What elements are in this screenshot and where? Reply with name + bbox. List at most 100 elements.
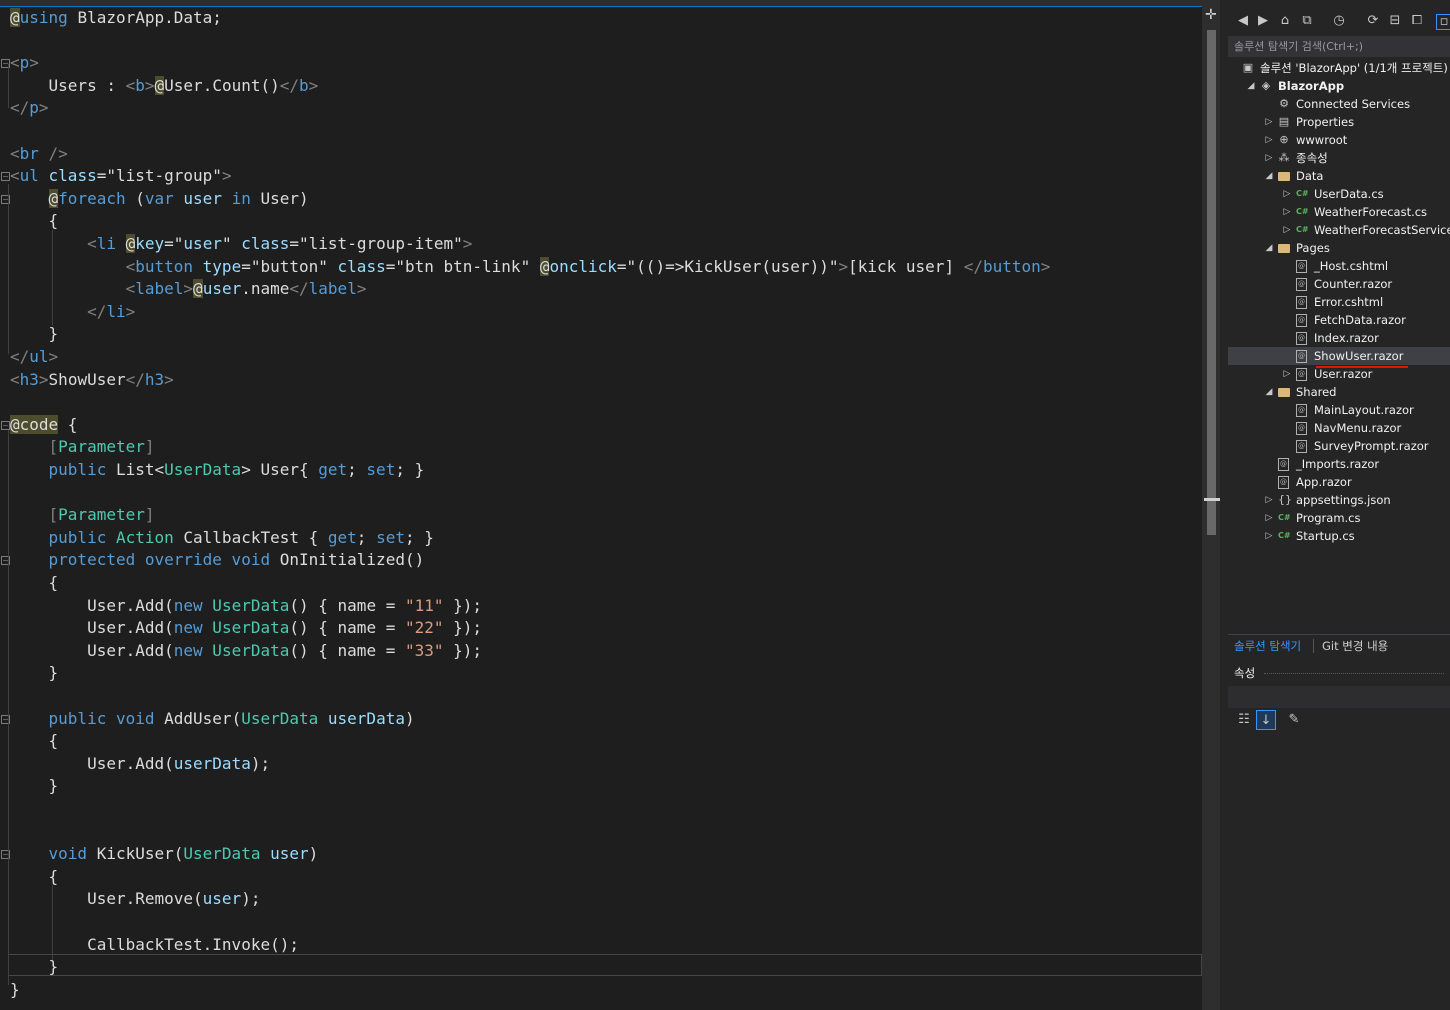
collapse-all-icon[interactable]: ⊟ [1388, 14, 1402, 28]
expand-icon[interactable]: ▷ [1282, 365, 1292, 383]
code-line[interactable]: <li @key="user" class="list-group-item"> [10, 233, 472, 255]
code-line[interactable]: protected override void OnInitialized() [10, 549, 425, 571]
code-line[interactable]: User.Add(userData); [10, 753, 270, 775]
tree-item[interactable]: @ SurveyPrompt.razor [1228, 437, 1450, 455]
code-line[interactable]: </li> [10, 301, 135, 323]
tree-item[interactable]: ▷ ▤ Properties [1228, 113, 1450, 131]
code-line[interactable]: } [10, 979, 20, 1001]
expand-icon[interactable]: ▷ [1282, 185, 1292, 203]
expand-icon[interactable]: ▷ [1264, 131, 1274, 149]
code-line[interactable]: } [10, 662, 59, 684]
code-line[interactable]: User.Add(new UserData() { name = "33" })… [10, 640, 482, 662]
tree-item[interactable]: @ FetchData.razor [1228, 311, 1450, 329]
expand-icon[interactable]: ▷ [1264, 527, 1274, 545]
tree-item[interactable]: ▷ C# WeatherForecastService.cs [1228, 221, 1450, 239]
tree-item[interactable]: ▷ ⁂ 종속성 [1228, 149, 1450, 167]
pending-changes-filter-icon[interactable]: ◷ [1332, 14, 1346, 28]
expand-icon[interactable]: ▷ [1264, 491, 1274, 509]
tree-item[interactable]: ◢ Shared [1228, 383, 1450, 401]
collapse-icon[interactable]: ◢ [1264, 383, 1274, 401]
code-line[interactable]: <label>@user.name</label> [10, 278, 366, 300]
code-line[interactable]: User.Remove(user); [10, 888, 260, 910]
code-line[interactable]: @code { [10, 414, 77, 436]
properties-object-selector[interactable] [1228, 686, 1450, 708]
code-line[interactable]: </p> [10, 97, 49, 119]
code-line[interactable]: } [10, 775, 59, 797]
code-line[interactable]: <h3>ShowUser</h3> [10, 369, 174, 391]
show-all-files-icon[interactable]: ⧠ [1410, 14, 1424, 28]
switch-views-icon[interactable]: ⧉ [1300, 14, 1314, 28]
code-line[interactable]: @using BlazorApp.Data; [10, 7, 222, 29]
property-pages-icon[interactable]: ✎ [1284, 710, 1304, 730]
code-line[interactable]: <ul class="list-group"> [10, 165, 232, 187]
collapse-icon[interactable]: ◢ [1246, 77, 1256, 95]
home-icon[interactable]: ⌂ [1278, 14, 1292, 28]
panel-splitter[interactable] [1220, 0, 1228, 1010]
code-line[interactable]: [Parameter] [10, 504, 155, 526]
code-line[interactable]: CallbackTest.Invoke(); [10, 934, 299, 956]
code-line[interactable]: User.Add(new UserData() { name = "22" })… [10, 617, 482, 639]
tree-item[interactable]: @ App.razor [1228, 473, 1450, 491]
scrollbar-thumb[interactable] [1207, 30, 1216, 535]
tree-item[interactable]: ▷ C# UserData.cs [1228, 185, 1450, 203]
code-line[interactable]: public Action CallbackTest { get; set; } [10, 527, 434, 549]
collapse-icon[interactable]: ◢ [1264, 239, 1274, 257]
tree-item[interactable]: ▷ C# WeatherForecast.cs [1228, 203, 1450, 221]
code-line[interactable]: { [10, 572, 59, 594]
tree-item[interactable]: @ Counter.razor [1228, 275, 1450, 293]
code-line[interactable]: <button type="button" class="btn btn-lin… [10, 256, 1050, 278]
code-line[interactable]: { [10, 866, 59, 888]
code-line[interactable]: <p> [10, 52, 39, 74]
tree-item[interactable]: @ ShowUser.razor [1228, 347, 1450, 365]
expand-icon[interactable]: ▷ [1264, 509, 1274, 527]
code-line[interactable]: @foreach (var user in User) [10, 188, 309, 210]
code-line[interactable]: { [10, 730, 59, 752]
code-line[interactable]: void KickUser(UserData user) [10, 843, 319, 865]
razor-file-icon: @ [1296, 296, 1307, 309]
tree-item[interactable]: @ Index.razor [1228, 329, 1450, 347]
expand-icon[interactable]: ▷ [1282, 203, 1292, 221]
code-line[interactable]: } [10, 956, 59, 978]
tab-git-changes[interactable]: Git 변경 내용 [1322, 635, 1388, 657]
tree-item[interactable]: ▷ {} appsettings.json [1228, 491, 1450, 509]
code-line[interactable]: public List<UserData> User{ get; set; } [10, 459, 425, 481]
vertical-scrollbar[interactable]: ✛ [1202, 0, 1220, 1010]
tree-item[interactable]: @ _Host.cshtml [1228, 257, 1450, 275]
code-line[interactable]: Users : <b>@User.Count()</b> [10, 75, 318, 97]
tree-item[interactable]: ◢ Pages [1228, 239, 1450, 257]
tree-item[interactable]: ▷ C# Startup.cs [1228, 527, 1450, 545]
sync-icon[interactable]: ⟳ [1366, 14, 1380, 28]
expand-icon[interactable]: ▷ [1264, 149, 1274, 167]
code-line[interactable]: { [10, 210, 59, 232]
alphabetical-icon[interactable]: ↓ [1256, 710, 1276, 730]
collapse-region-icon[interactable]: − [1, 172, 10, 182]
tree-item[interactable]: ▷ C# Program.cs [1228, 509, 1450, 527]
tree-item[interactable]: @ NavMenu.razor [1228, 419, 1450, 437]
expand-icon[interactable]: ▷ [1264, 113, 1274, 131]
tree-item[interactable]: ◢ ◈ BlazorApp [1228, 77, 1450, 95]
split-editor-icon[interactable]: ✛ [1205, 8, 1217, 22]
categorized-icon[interactable]: ☷ [1234, 710, 1254, 730]
forward-icon[interactable]: ▶ [1256, 14, 1270, 28]
tree-item[interactable]: ▣ 솔루션 'BlazorApp' (1/1개 프로젝트) [1228, 59, 1450, 77]
code-line[interactable]: </ul> [10, 346, 58, 368]
code-editor[interactable]: @using BlazorApp.Data; <p> Users : <b>@Us… [0, 0, 1202, 1010]
expand-icon[interactable]: ▷ [1282, 221, 1292, 239]
tab-solution-explorer[interactable]: 솔루션 탐색기 [1234, 635, 1301, 657]
collapse-icon[interactable]: ◢ [1264, 167, 1274, 185]
code-line[interactable]: [Parameter] [10, 436, 155, 458]
tree-item[interactable]: @ _Imports.razor [1228, 455, 1450, 473]
back-icon[interactable]: ◀ [1236, 14, 1250, 28]
code-line[interactable]: public void AddUser(UserData userData) [10, 708, 415, 730]
preview-selected-icon[interactable]: ▫ [1436, 14, 1450, 30]
tree-item[interactable]: @ Error.cshtml [1228, 293, 1450, 311]
code-line[interactable]: <br /> [10, 143, 68, 165]
tree-item[interactable]: ▷ ⊕ wwwroot [1228, 131, 1450, 149]
tree-item[interactable]: ◢ Data [1228, 167, 1450, 185]
collapse-region-icon[interactable]: − [1, 420, 10, 430]
tree-item[interactable]: ⚙ Connected Services [1228, 95, 1450, 113]
code-line[interactable]: User.Add(new UserData() { name = "11" })… [10, 595, 482, 617]
code-line[interactable]: } [10, 323, 59, 345]
solution-explorer-search-input[interactable]: 솔루션 탐색기 검색(Ctrl+;) [1228, 36, 1450, 57]
tree-item[interactable]: @ MainLayout.razor [1228, 401, 1450, 419]
